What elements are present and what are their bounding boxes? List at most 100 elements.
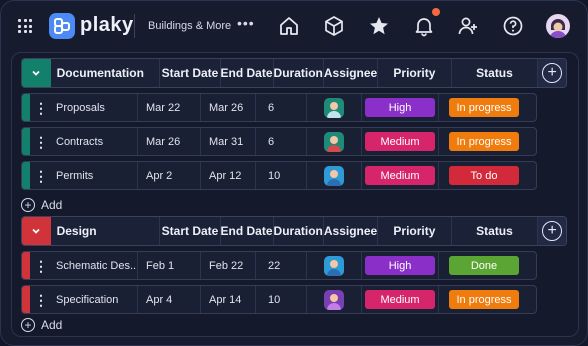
add-item-button[interactable]: + Add [21,197,62,213]
status-cell[interactable]: In progress [438,286,529,313]
add-item-label: Add [41,318,63,332]
collapse-group-button[interactable] [22,217,51,245]
table-row[interactable]: ⋮ Specification Apr 4 Apr 14 10 Medium I… [21,285,537,314]
priority-cell[interactable]: Medium [361,286,438,313]
start-date-cell[interactable]: Apr 4 [137,286,200,313]
assignee-cell[interactable] [306,252,361,279]
duration-cell[interactable]: 6 [255,128,306,155]
duration-cell[interactable]: 22 [255,252,306,279]
column-header-duration[interactable]: Duration [272,217,323,245]
item-name[interactable]: Schematic Des... [52,252,137,279]
column-header-duration[interactable]: Duration [272,59,323,87]
star-icon[interactable] [368,15,390,37]
status-pill[interactable]: In progress [449,290,519,309]
row-menu-icon[interactable]: ⋮ [30,94,52,121]
priority-pill[interactable]: Medium [365,132,435,151]
group-header-documentation: Documentation Start Date End Date Durati… [21,58,567,88]
status-pill[interactable]: To do [449,166,519,185]
apps-grid-icon[interactable] [18,19,32,33]
column-header-end-date[interactable]: End Date [219,217,273,245]
start-date-cell[interactable]: Mar 26 [137,128,200,155]
assignee-avatar [324,97,344,118]
status-cell[interactable]: In progress [438,128,529,155]
column-header-status[interactable]: Status [450,217,538,245]
status-cell[interactable]: Done [438,252,529,279]
priority-cell[interactable]: Medium [361,162,438,189]
app-window: plaky Buildings & More ••• Documentation… [0,0,588,346]
item-name[interactable]: Specification [52,286,137,313]
column-header-assignee[interactable]: Assignee [322,217,377,245]
column-header-end-date[interactable]: End Date [219,59,273,87]
more-options-icon[interactable]: ••• [237,15,255,31]
row-color-bar [22,128,30,155]
status-pill[interactable]: In progress [449,98,519,117]
group-title[interactable]: Documentation [51,59,160,87]
item-name[interactable]: Proposals [52,94,137,121]
table-row[interactable]: ⋮ Permits Apr 2 Apr 12 10 Medium To do [21,161,537,190]
notification-badge [432,8,440,16]
column-header-status[interactable]: Status [450,59,538,87]
priority-pill[interactable]: Medium [365,166,435,185]
table-row[interactable]: ⋮ Contracts Mar 26 Mar 31 6 Medium In pr… [21,127,537,156]
status-cell[interactable]: In progress [438,94,529,121]
add-item-button[interactable]: + Add [21,317,62,333]
assignee-avatar [324,131,344,152]
assignee-cell[interactable] [306,128,361,155]
row-menu-icon[interactable]: ⋮ [30,252,52,279]
group-title[interactable]: Design [51,217,160,245]
row-menu-icon[interactable]: ⋮ [30,162,52,189]
row-menu-icon[interactable]: ⋮ [30,286,52,313]
end-date-cell[interactable]: Mar 26 [200,94,255,121]
column-header-start-date[interactable]: Start Date [159,59,219,87]
chevron-down-icon [32,70,40,76]
end-date-cell[interactable]: Apr 12 [200,162,255,189]
table-row[interactable]: ⋮ Schematic Des... Feb 1 Feb 22 22 High … [21,251,537,280]
item-name[interactable]: Permits [52,162,137,189]
end-date-cell[interactable]: Mar 31 [200,128,255,155]
column-header-priority[interactable]: Priority [377,59,450,87]
duration-cell[interactable]: 10 [255,286,306,313]
priority-pill[interactable]: High [365,256,435,275]
end-date-cell[interactable]: Apr 14 [200,286,255,313]
status-pill[interactable]: Done [449,256,519,275]
start-date-cell[interactable]: Feb 1 [137,252,200,279]
collapse-group-button[interactable] [22,59,51,87]
box-icon[interactable] [323,15,345,37]
add-column-button[interactable]: + [537,59,566,87]
bell-icon[interactable] [413,15,435,37]
add-item-label: Add [41,198,63,212]
status-cell[interactable]: To do [438,162,529,189]
user-avatar[interactable] [546,14,570,38]
row-color-bar [22,252,30,279]
assignee-cell[interactable] [306,162,361,189]
plus-icon: + [542,63,563,83]
workspace-name[interactable]: Buildings & More [148,20,231,32]
add-column-button[interactable]: + [537,217,566,245]
assignee-cell[interactable] [306,94,361,121]
priority-pill[interactable]: High [365,98,435,117]
home-icon[interactable] [278,15,300,37]
column-header-start-date[interactable]: Start Date [159,217,219,245]
top-bar: plaky Buildings & More ••• [1,1,587,51]
duration-cell[interactable]: 10 [255,162,306,189]
priority-pill[interactable]: Medium [365,290,435,309]
add-user-icon[interactable] [457,15,479,37]
start-date-cell[interactable]: Apr 2 [137,162,200,189]
item-name[interactable]: Contracts [52,128,137,155]
row-menu-icon[interactable]: ⋮ [30,128,52,155]
assignee-avatar [324,255,344,276]
table-row[interactable]: ⋮ Proposals Mar 22 Mar 26 6 High In prog… [21,93,537,122]
start-date-cell[interactable]: Mar 22 [137,94,200,121]
plus-icon: + [21,198,35,212]
assignee-cell[interactable] [306,286,361,313]
column-header-priority[interactable]: Priority [377,217,450,245]
status-pill[interactable]: In progress [449,132,519,151]
column-header-assignee[interactable]: Assignee [322,59,377,87]
row-color-bar [22,94,30,121]
duration-cell[interactable]: 6 [255,94,306,121]
priority-cell[interactable]: High [361,94,438,121]
end-date-cell[interactable]: Feb 22 [200,252,255,279]
help-icon[interactable] [502,15,524,37]
priority-cell[interactable]: High [361,252,438,279]
priority-cell[interactable]: Medium [361,128,438,155]
